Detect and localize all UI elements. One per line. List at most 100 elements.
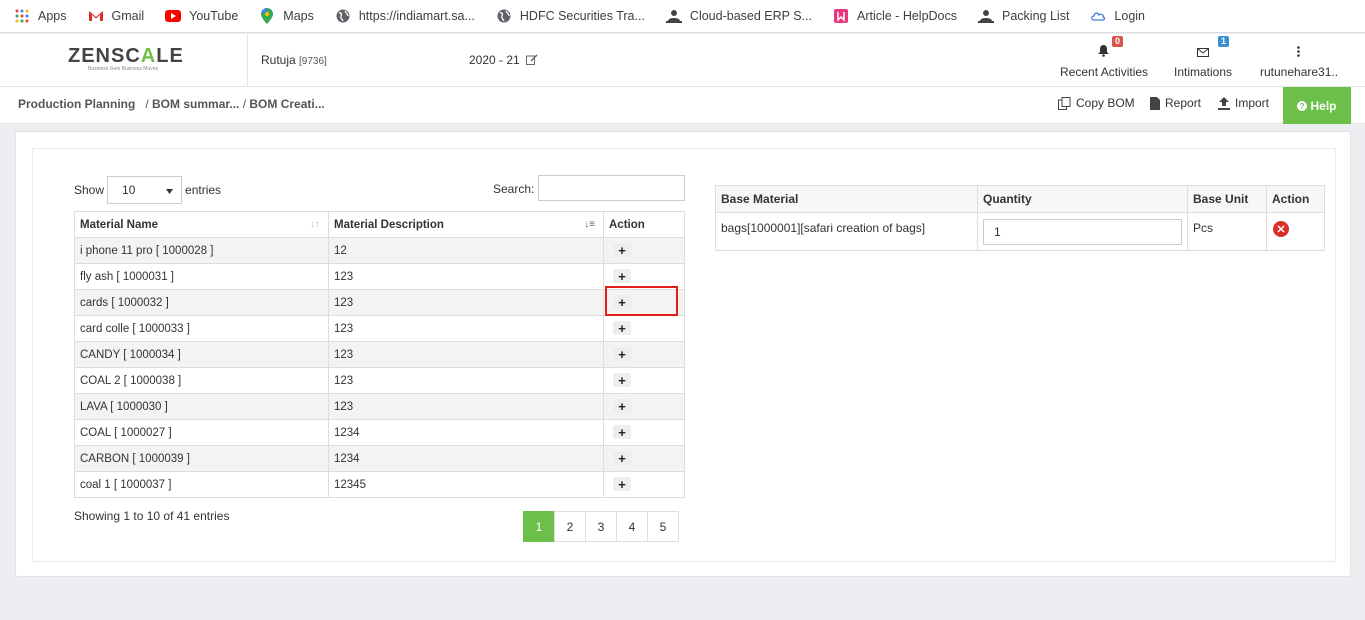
recent-activities[interactable]: 0 Recent Activities <box>1060 36 1149 79</box>
copy-bom-button[interactable]: Copy BOM <box>1058 96 1135 110</box>
bookmark-login[interactable]: Login <box>1090 8 1145 24</box>
question-circle-icon: ? <box>1297 100 1308 111</box>
page-button-2[interactable]: 2 <box>554 511 586 542</box>
bookmark-indiamart[interactable]: https://indiamart.sa... <box>335 8 475 24</box>
page-button-1[interactable]: 1 <box>523 511 555 542</box>
edit-icon[interactable] <box>526 54 538 68</box>
entries-label: entries <box>185 183 222 197</box>
globe-icon <box>496 8 512 24</box>
materials-table: Material Name ↓↑ Material Description ↓≡… <box>74 211 685 498</box>
material-name-cell: CARBON [ 1000039 ] <box>74 445 329 472</box>
bookmark-cloud-erp[interactable]: Cloud-based ERP S... <box>665 8 812 24</box>
sort-icon: ↓↑ <box>310 219 320 230</box>
import-label: Import <box>1235 96 1270 110</box>
column-header-material-name[interactable]: Material Name ↓↑ <box>74 211 329 238</box>
material-name-cell: LAVA [ 1000030 ] <box>74 393 329 420</box>
page-button-5[interactable]: 5 <box>647 511 679 542</box>
year-label: 2020 - 21 <box>469 53 520 67</box>
base-material-cell: bags[1000001][safari creation of bags] <box>715 212 978 251</box>
bookmark-hdfc[interactable]: HDFC Securities Tra... <box>496 8 645 24</box>
table-info: Showing 1 to 10 of 41 entries <box>74 509 230 523</box>
account-menu[interactable]: rutunehare31.. <box>1260 42 1338 79</box>
table-row: CARBON [ 1000039 ] 1234 + <box>74 445 685 472</box>
file-icon <box>1150 96 1160 110</box>
add-material-button[interactable]: + <box>613 451 631 466</box>
header-divider <box>247 34 248 87</box>
bell-icon <box>1097 45 1109 60</box>
bookmark-helpdocs[interactable]: Article - HelpDocs <box>833 8 957 24</box>
table-row: card colle [ 1000033 ] 123 + <box>74 315 685 342</box>
bookmark-gmail[interactable]: Gmail <box>88 8 144 24</box>
zenscale-logo[interactable]: ZENSCALE Business Gets Business Moves <box>68 45 183 75</box>
intimations[interactable]: 1 Intimations <box>1173 36 1233 79</box>
cloud-icon <box>1090 8 1106 24</box>
material-name-cell: fly ash [ 1000031 ] <box>74 263 329 290</box>
table-row: i phone 11 pro [ 1000028 ] 12 + <box>74 237 685 264</box>
help-button[interactable]: ? Help <box>1283 87 1351 124</box>
material-desc-cell: 1234 <box>328 445 604 472</box>
quantity-input[interactable]: 1 <box>983 219 1182 245</box>
breadcrumb-bar: Production Planning / BOM summar... / BO… <box>0 87 1365 124</box>
activities-count-badge: 0 <box>1112 36 1124 47</box>
add-material-button[interactable]: + <box>613 321 631 336</box>
page-button-3[interactable]: 3 <box>585 511 617 542</box>
bookmark-packing-list[interactable]: Packing List <box>978 8 1069 24</box>
pagination: 1 2 3 4 5 <box>523 511 679 542</box>
bookmark-label: YouTube <box>189 9 239 23</box>
report-label: Report <box>1165 96 1202 110</box>
bookmark-label: Login <box>1114 9 1146 23</box>
intimations-count-badge: 1 <box>1218 36 1230 47</box>
recent-activities-label: Recent Activities <box>1060 65 1149 79</box>
add-material-button[interactable]: + <box>613 243 631 258</box>
add-material-button[interactable]: + <box>613 347 631 362</box>
column-header-base-material: Base Material <box>715 185 978 213</box>
bookmark-label: https://indiamart.sa... <box>358 9 475 23</box>
delete-icon[interactable]: ✕ <box>1273 221 1289 237</box>
page-button-4[interactable]: 4 <box>616 511 648 542</box>
add-material-button[interactable]: + <box>613 373 631 388</box>
user-icon <box>978 8 995 24</box>
help-label: Help <box>1310 98 1337 113</box>
search-label: Search: <box>493 182 535 196</box>
action-cell: + <box>603 393 685 420</box>
bookmark-youtube[interactable]: YouTube <box>165 8 238 24</box>
base-unit-cell: Pcs <box>1187 212 1267 251</box>
material-name-cell: i phone 11 pro [ 1000028 ] <box>74 237 329 264</box>
material-desc-cell: 123 <box>328 315 604 342</box>
column-label: Material Description <box>334 218 444 231</box>
bookmark-label: Article - HelpDocs <box>856 9 958 23</box>
intimations-label: Intimations <box>1173 65 1233 79</box>
copy-bom-label: Copy BOM <box>1076 96 1135 110</box>
column-header-quantity: Quantity <box>977 185 1188 213</box>
add-material-button[interactable]: + <box>613 269 631 284</box>
import-button[interactable]: Import <box>1218 96 1269 110</box>
material-name-cell: coal 1 [ 1000037 ] <box>74 471 329 498</box>
search-input[interactable] <box>538 175 685 201</box>
upload-icon <box>1218 96 1230 110</box>
add-material-button[interactable]: + <box>613 425 631 440</box>
bookmark-apps[interactable]: Apps <box>14 8 67 24</box>
entries-value: 10 <box>122 183 136 197</box>
breadcrumb-production-planning[interactable]: Production Planning <box>18 97 135 111</box>
add-material-button[interactable]: + <box>613 399 631 414</box>
report-button[interactable]: Report <box>1150 96 1201 110</box>
quantity-value: 1 <box>994 225 1001 239</box>
action-cell: + <box>603 315 685 342</box>
breadcrumb-bom-summary[interactable]: BOM summar... <box>152 97 239 111</box>
add-material-button[interactable]: + <box>613 477 631 492</box>
svg-text:?: ? <box>1300 102 1305 111</box>
bookmark-maps[interactable]: Maps <box>259 8 314 24</box>
material-name-cell: COAL 2 [ 1000038 ] <box>74 367 329 394</box>
more-vertical-icon <box>1296 46 1300 60</box>
copy-icon <box>1058 96 1071 110</box>
table-row: COAL [ 1000027 ] 1234 + <box>74 419 685 446</box>
column-header-material-description[interactable]: Material Description ↓≡ <box>328 211 604 238</box>
entries-select[interactable]: 10 <box>107 176 183 204</box>
app-header: ZENSCALE Business Gets Business Moves Ru… <box>0 34 1365 87</box>
material-desc-cell: 123 <box>328 341 604 368</box>
material-name-cell: card colle [ 1000033 ] <box>74 315 329 342</box>
bookmark-label: Cloud-based ERP S... <box>689 9 812 23</box>
financial-year[interactable]: 2020 - 21 <box>469 53 538 68</box>
globe-icon <box>335 8 351 24</box>
gmail-icon <box>88 8 104 24</box>
